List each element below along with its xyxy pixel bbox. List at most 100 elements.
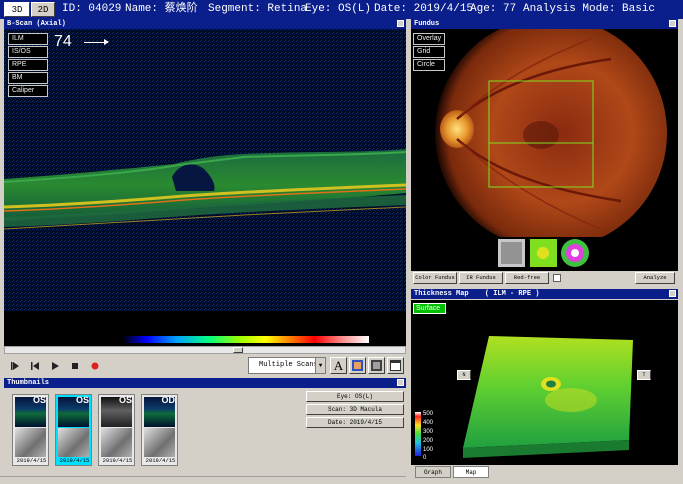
grayscale-icon (371, 360, 382, 371)
window-icon (390, 360, 401, 371)
thumbnail-date: 2019/4/15 (102, 457, 133, 464)
fundus-previews (498, 239, 589, 267)
slice-scroll-thumb[interactable] (233, 347, 243, 353)
grid-toggle[interactable]: Grid (413, 46, 445, 58)
play-icon[interactable] (48, 359, 62, 373)
slice-arrow-icon (84, 39, 109, 45)
patient-header: 3D 2D ID: 04029 Name: 蔡焕阶 Segment: Retin… (0, 0, 683, 19)
date-label: Date: 2019/4/15 (374, 3, 474, 15)
window-button[interactable] (387, 357, 404, 374)
temporal-label: T (637, 370, 651, 380)
fundus-title: Fundus (414, 20, 440, 28)
thickness-title-bar: Thickness Map ( ILM - RPE ) (411, 289, 678, 299)
thumbnail-scan (15, 428, 46, 457)
bscan-title: B-Scan (Axial) (7, 20, 66, 28)
patient-id: ID: 04029 (62, 3, 122, 15)
slice-scrollbar[interactable] (4, 346, 406, 354)
legend-label: 100 (423, 447, 434, 453)
thumbnail-eye: OS (75, 395, 89, 405)
legend-label: 400 (423, 420, 434, 426)
intensity-colorbar (122, 336, 369, 343)
thumbnail-eye: OS (118, 395, 132, 405)
fundus-photo (435, 29, 667, 237)
panel-maximize-icon[interactable] (397, 20, 404, 27)
ir-fundus-button[interactable]: IR Fundus (459, 272, 503, 284)
oct-viewer-window: 3D 2D ID: 04029 Name: 蔡焕阶 Segment: Retin… (0, 0, 683, 484)
bscan-image[interactable]: ILM IS/OS RPE BM Caliper 74 (4, 29, 406, 311)
legend-label: 300 (423, 429, 434, 435)
thumbnails-panel: OS 2019/4/15 OS 2019/4/15 OS 2019/4/15 O… (4, 388, 406, 468)
chevron-down-icon: ▼ (315, 358, 325, 373)
fundus-image[interactable]: Overlay Grid Circle (411, 29, 678, 237)
tab-2d[interactable]: 2D (31, 2, 55, 17)
scan-thumbnail[interactable]: OD 2019/4/15 (141, 394, 178, 466)
layer-bm-toggle[interactable]: BM (8, 72, 48, 84)
thumbnail-scan (144, 428, 175, 457)
stop-icon[interactable] (68, 359, 82, 373)
age-label: Age: 77 (470, 3, 517, 15)
red-free-button[interactable]: Red-free (505, 272, 549, 284)
scan-mode-select[interactable]: Multiple Scans ▼ (248, 357, 326, 374)
thickness-tabs: Graph Map (411, 465, 678, 479)
slice-number: 74 (54, 33, 72, 50)
skip-back-icon[interactable] (28, 359, 42, 373)
playback-toolbar: Multiple Scans ▼ A (4, 355, 406, 377)
scan-thumbnail-selected[interactable]: OS 2019/4/15 (55, 394, 92, 466)
analyze-button[interactable]: Analyze (635, 272, 675, 284)
surface-mesh (463, 336, 633, 448)
record-icon[interactable] (88, 359, 102, 373)
step-play-icon[interactable] (8, 359, 22, 373)
thickness-legend-bar (415, 412, 421, 456)
scan-thumbnail[interactable]: OS 2019/4/15 (98, 394, 135, 466)
red-free-checkbox[interactable] (553, 274, 561, 282)
thumbnail-scan (58, 428, 89, 457)
analysis-mode-label: Analysis Mode: Basic (523, 3, 656, 15)
color-map-button[interactable] (349, 357, 366, 374)
panel-maximize-icon[interactable] (669, 290, 676, 297)
nasal-label: N (457, 370, 471, 380)
layer-rpe-toggle[interactable]: RPE (8, 59, 48, 71)
layer-ilm-toggle[interactable]: ILM (8, 33, 48, 45)
panel-maximize-icon[interactable] (669, 20, 676, 27)
oct-cross-section (4, 29, 406, 311)
scan-mode-value: Multiple Scans (259, 361, 318, 369)
patient-name: Name: 蔡焕阶 (125, 3, 198, 15)
thumbnail-date: 2019/4/15 (16, 457, 47, 464)
tab-map[interactable]: Map (453, 466, 489, 478)
fundus-preview-strip (411, 237, 678, 271)
thumbnail-eye: OD (161, 395, 176, 405)
eye-label: Eye: OS(L) (305, 3, 372, 15)
fundus-toolbar: Color Fundus IR Fundus Red-free Analyze (411, 271, 678, 285)
info-eye: Eye: OS(L) (306, 391, 404, 402)
thickness-range: ( ILM - RPE ) (484, 290, 540, 298)
scan-thumbnail[interactable]: OS 2019/4/15 (12, 394, 49, 466)
legend-label: 500 (423, 411, 434, 417)
colorbar-area (4, 311, 406, 348)
surface-mode-button[interactable]: Surface (413, 303, 446, 314)
tab-graph[interactable]: Graph (415, 466, 451, 478)
thumbnail-date: 2019/4/15 (59, 457, 90, 464)
overlay-toggle[interactable]: Overlay (413, 33, 445, 45)
layer-isos-toggle[interactable]: IS/OS (8, 46, 48, 58)
legend-label: 0 (423, 455, 427, 461)
text-annotation-button[interactable]: A (330, 357, 347, 374)
thickness-surface (415, 336, 633, 458)
panel-maximize-icon[interactable] (397, 379, 404, 386)
tab-3d[interactable]: 3D (4, 2, 30, 17)
grayscale-button[interactable] (368, 357, 385, 374)
bscan-title-bar: B-Scan (Axial) (4, 19, 406, 29)
circle-toggle[interactable]: Circle (413, 59, 445, 71)
status-strip (0, 476, 406, 484)
thumbnail-eye: OS (32, 395, 46, 405)
thumbnails-title-bar: Thumbnails (4, 378, 406, 388)
caliper-toggle[interactable]: Caliper (8, 85, 48, 97)
info-scan: Scan: 3D Macula (306, 404, 404, 415)
segment-label: Segment: Retina (208, 3, 308, 15)
thumbnail-date: 2019/4/15 (145, 457, 176, 464)
info-date: Date: 2019/4/15 (306, 417, 404, 428)
fundus-title-bar: Fundus (411, 19, 678, 29)
thickness-map-3d[interactable]: Surface N T 500 400 300 200 100 0 (411, 300, 678, 465)
thumbnail-scan (101, 428, 132, 457)
color-fundus-button[interactable]: Color Fundus (413, 272, 457, 284)
palette-icon (352, 360, 363, 371)
